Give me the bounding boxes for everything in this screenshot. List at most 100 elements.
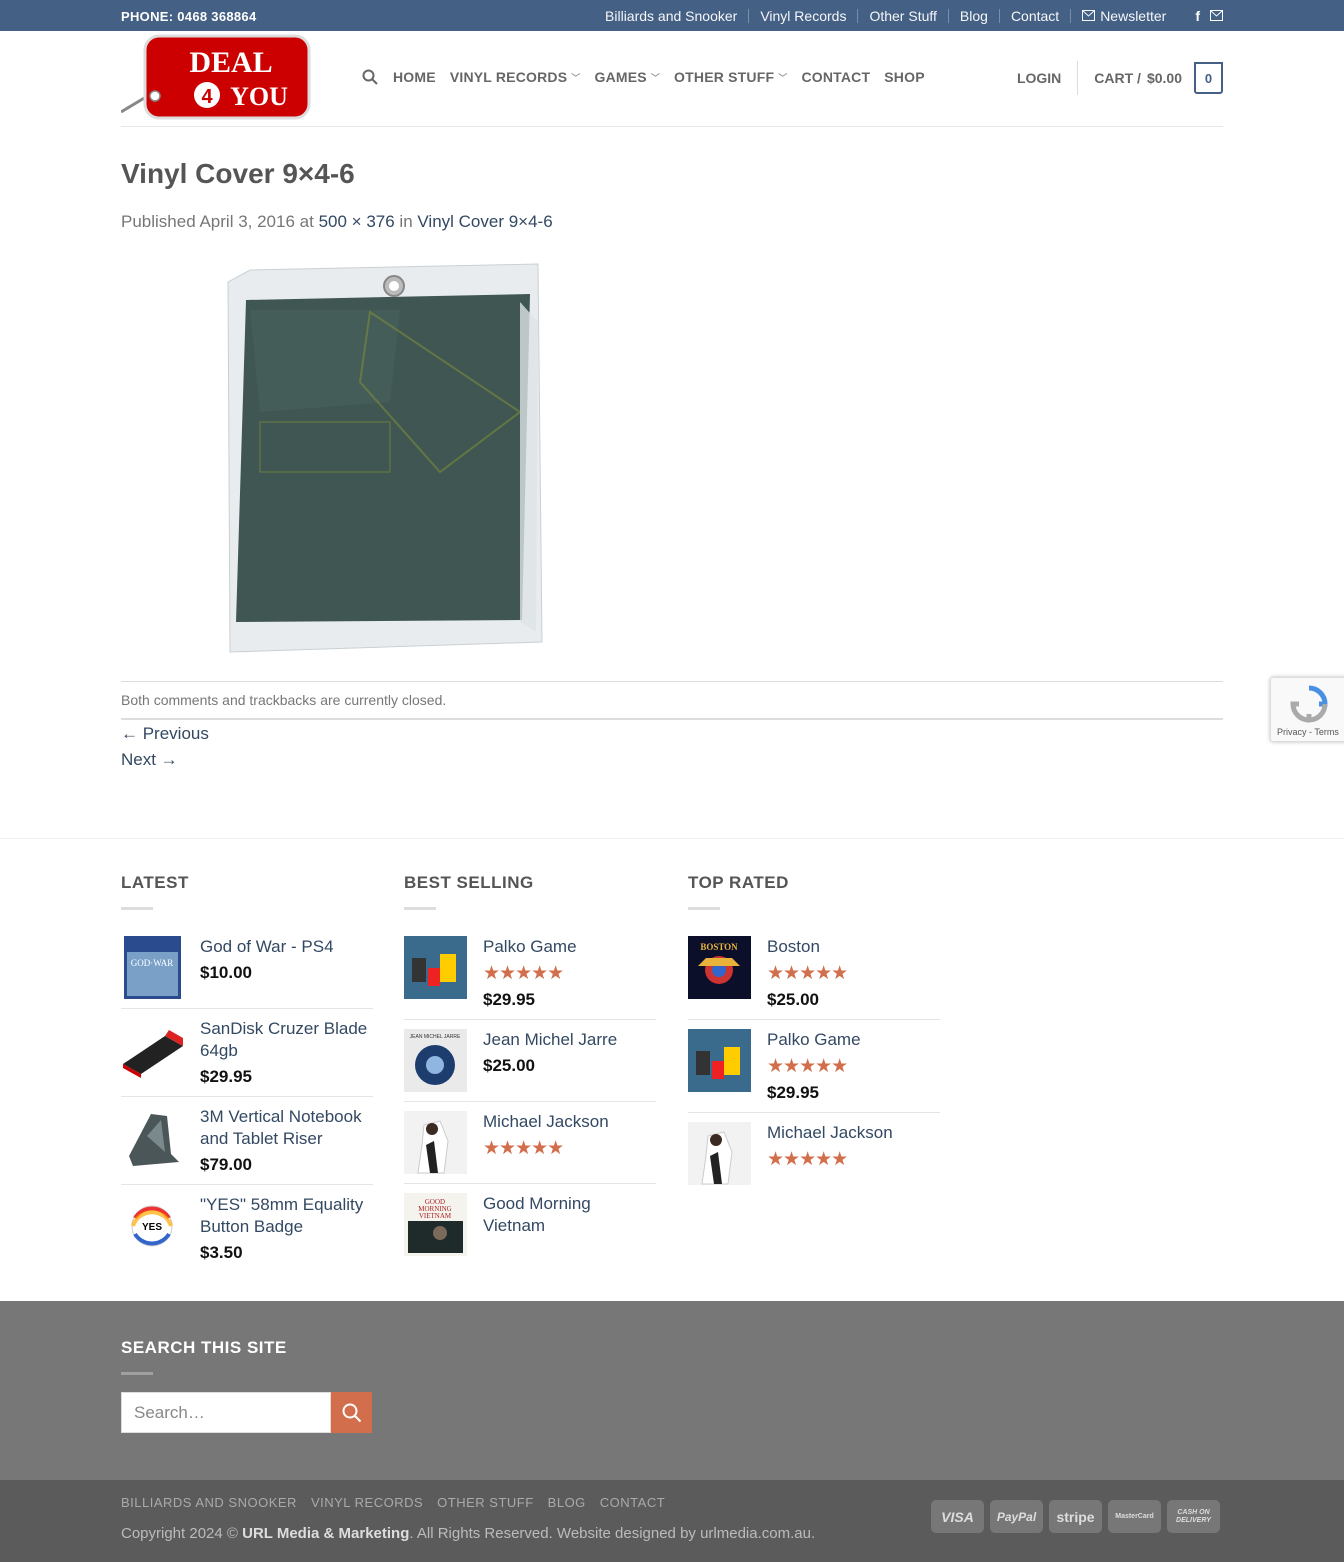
footer-nav: BILLIARDS AND SNOOKER VINYL RECORDS OTHE…: [121, 1495, 665, 1510]
widget-title: BEST SELLING: [404, 873, 534, 892]
product-name[interactable]: "YES" 58mm Equality Button Badge: [200, 1194, 373, 1238]
nav-games[interactable]: GAMES ﹀: [588, 69, 668, 85]
payment-icons: VISA PayPal stripe MasterCard CASH ON DE…: [931, 1500, 1220, 1533]
newsletter-link[interactable]: Newsletter: [1070, 8, 1177, 23]
meta-at: at: [299, 212, 314, 231]
product-name[interactable]: Palko Game: [767, 1029, 861, 1051]
star-rating: ★★★★★: [767, 963, 848, 984]
previous-link[interactable]: ← Previous: [121, 724, 209, 744]
list-item[interactable]: YES "YES" 58mm Equality Button Badge $3.…: [121, 1194, 373, 1272]
list-item[interactable]: SanDisk Cruzer Blade 64gb $29.95: [121, 1018, 373, 1097]
comments-closed-notice: Both comments and trackbacks are current…: [121, 681, 1223, 720]
top-link-vinyl[interactable]: Vinyl Records: [748, 8, 857, 23]
recaptcha-icon: [1290, 685, 1328, 723]
product-thumbnail[interactable]: BOSTON: [688, 936, 751, 999]
footer-search-input[interactable]: Search…: [121, 1392, 331, 1433]
top-link-blog[interactable]: Blog: [947, 8, 999, 23]
product-thumbnail[interactable]: JEAN MICHEL JARRE: [404, 1029, 467, 1092]
nav-vinyl-records[interactable]: VINYL RECORDS ﹀: [443, 69, 588, 85]
chevron-down-icon: ﹀: [650, 72, 661, 83]
list-item[interactable]: BOSTON Boston ★★★★★ $25.00: [688, 936, 940, 1020]
product-thumbnail[interactable]: GOD·WAR: [121, 936, 184, 999]
list-item[interactable]: JEAN MICHEL JARRE Jean Michel Jarre $25.…: [404, 1029, 656, 1102]
site-logo[interactable]: DEAL 4 YOU: [121, 34, 311, 122]
footer-link-other[interactable]: OTHER STUFF: [437, 1495, 534, 1510]
product-info: Boston ★★★★★ $25.00: [767, 936, 848, 1010]
nav-home[interactable]: HOME: [386, 69, 443, 85]
product-info: Good Morning Vietnam: [483, 1193, 656, 1256]
product-info: Palko Game ★★★★★ $29.95: [767, 1029, 861, 1103]
parent-post-link[interactable]: Vinyl Cover 9×4-6: [417, 212, 552, 231]
product-thumbnail[interactable]: [688, 1029, 751, 1092]
image-size-link[interactable]: 500 × 376: [319, 212, 395, 231]
nav-other-label: OTHER STUFF: [674, 69, 775, 85]
product-name[interactable]: SanDisk Cruzer Blade 64gb: [200, 1018, 373, 1062]
stripe-icon: stripe: [1049, 1500, 1102, 1533]
mastercard-icon: MasterCard: [1108, 1500, 1161, 1533]
vinyl-cover-image[interactable]: [220, 262, 550, 654]
cart-link[interactable]: CART / $0.00 0: [1078, 62, 1223, 94]
footer-search-button[interactable]: [331, 1392, 372, 1433]
login-link[interactable]: LOGIN: [1017, 61, 1079, 95]
cart-label: CART /: [1094, 70, 1141, 86]
widget-title-underline: [688, 907, 720, 910]
product-name[interactable]: Michael Jackson: [767, 1122, 893, 1144]
product-name[interactable]: Good Morning Vietnam: [483, 1193, 656, 1237]
search-icon[interactable]: [362, 69, 378, 85]
product-name[interactable]: Jean Michel Jarre: [483, 1029, 617, 1051]
product-thumbnail[interactable]: [404, 936, 467, 999]
list-item[interactable]: Palko Game ★★★★★ $29.95: [688, 1029, 940, 1113]
list-item[interactable]: GOOD MORNING VIETNAM Good Morning Vietnam: [404, 1193, 656, 1265]
list-item[interactable]: Palko Game ★★★★★ $29.95: [404, 936, 656, 1020]
product-price: $25.00: [767, 990, 819, 1009]
facebook-icon[interactable]: f: [1195, 8, 1200, 24]
top-link-other[interactable]: Other Stuff: [857, 8, 947, 23]
page-title: Vinyl Cover 9×4-6: [121, 158, 355, 189]
top-link-billiards[interactable]: Billiards and Snooker: [594, 9, 748, 23]
footer-link-billiards[interactable]: BILLIARDS AND SNOOKER: [121, 1495, 297, 1510]
product-info: "YES" 58mm Equality Button Badge $3.50: [200, 1194, 373, 1263]
search-icon: [342, 1403, 361, 1422]
list-item[interactable]: 3M Vertical Notebook and Tablet Riser $7…: [121, 1106, 373, 1185]
footer-link-contact[interactable]: CONTACT: [600, 1495, 665, 1510]
recaptcha-terms[interactable]: Privacy - Terms: [1277, 727, 1339, 737]
footer-link-vinyl[interactable]: VINYL RECORDS: [311, 1495, 423, 1510]
nav-contact[interactable]: CONTACT: [794, 69, 877, 85]
social-icons: f: [1177, 8, 1223, 24]
product-thumbnail[interactable]: GOODMORNINGVIETNAM: [404, 1193, 467, 1256]
meta-date: April 3, 2016: [199, 212, 295, 231]
product-thumbnail[interactable]: [121, 1018, 184, 1081]
list-item[interactable]: GOD·WAR God of War - PS4 $10.00: [121, 936, 373, 1009]
product-price: $25.00: [483, 1056, 535, 1075]
next-link[interactable]: Next →: [121, 750, 178, 770]
widget-title: TOP RATED: [688, 873, 789, 892]
product-thumbnail[interactable]: [121, 1106, 184, 1169]
footer-widgets: SEARCH THIS SITE Search…: [0, 1301, 1344, 1480]
product-info: Jean Michel Jarre $25.00: [483, 1029, 617, 1092]
list-item[interactable]: Michael Jackson ★★★★★: [688, 1122, 940, 1194]
email-icon[interactable]: [1210, 10, 1223, 21]
footer-link-blog[interactable]: BLOG: [548, 1495, 586, 1510]
product-name[interactable]: Boston: [767, 936, 847, 958]
product-price: $29.95: [767, 1083, 819, 1102]
chevron-down-icon: ﹀: [778, 72, 788, 83]
top-link-contact[interactable]: Contact: [998, 8, 1070, 23]
svg-text:4: 4: [201, 86, 213, 108]
chevron-down-icon: ﹀: [571, 72, 581, 83]
product-name[interactable]: Michael Jackson: [483, 1111, 609, 1133]
widget-latest: LATEST GOD·WAR God of War - PS4 $10.00 S…: [121, 873, 373, 1281]
nav-shop[interactable]: SHOP: [877, 69, 931, 85]
recaptcha-badge[interactable]: Privacy - Terms: [1270, 677, 1344, 742]
nav-other-stuff[interactable]: OTHER STUFF ﹀: [667, 69, 794, 85]
main-nav: HOME VINYL RECORDS ﹀ GAMES ﹀ OTHER STUFF ﹀ …: [362, 69, 932, 85]
product-name[interactable]: God of War - PS4: [200, 936, 334, 958]
product-thumbnail[interactable]: YES: [121, 1194, 184, 1257]
svg-text:BOSTON: BOSTON: [700, 942, 738, 952]
list-item[interactable]: Michael Jackson ★★★★★: [404, 1111, 656, 1184]
visa-icon: VISA: [931, 1500, 984, 1533]
paypal-icon: PayPal: [990, 1500, 1043, 1533]
product-name[interactable]: 3M Vertical Notebook and Tablet Riser: [200, 1106, 373, 1150]
product-thumbnail[interactable]: [404, 1111, 467, 1174]
product-name[interactable]: Palko Game: [483, 936, 577, 958]
product-thumbnail[interactable]: [688, 1122, 751, 1185]
